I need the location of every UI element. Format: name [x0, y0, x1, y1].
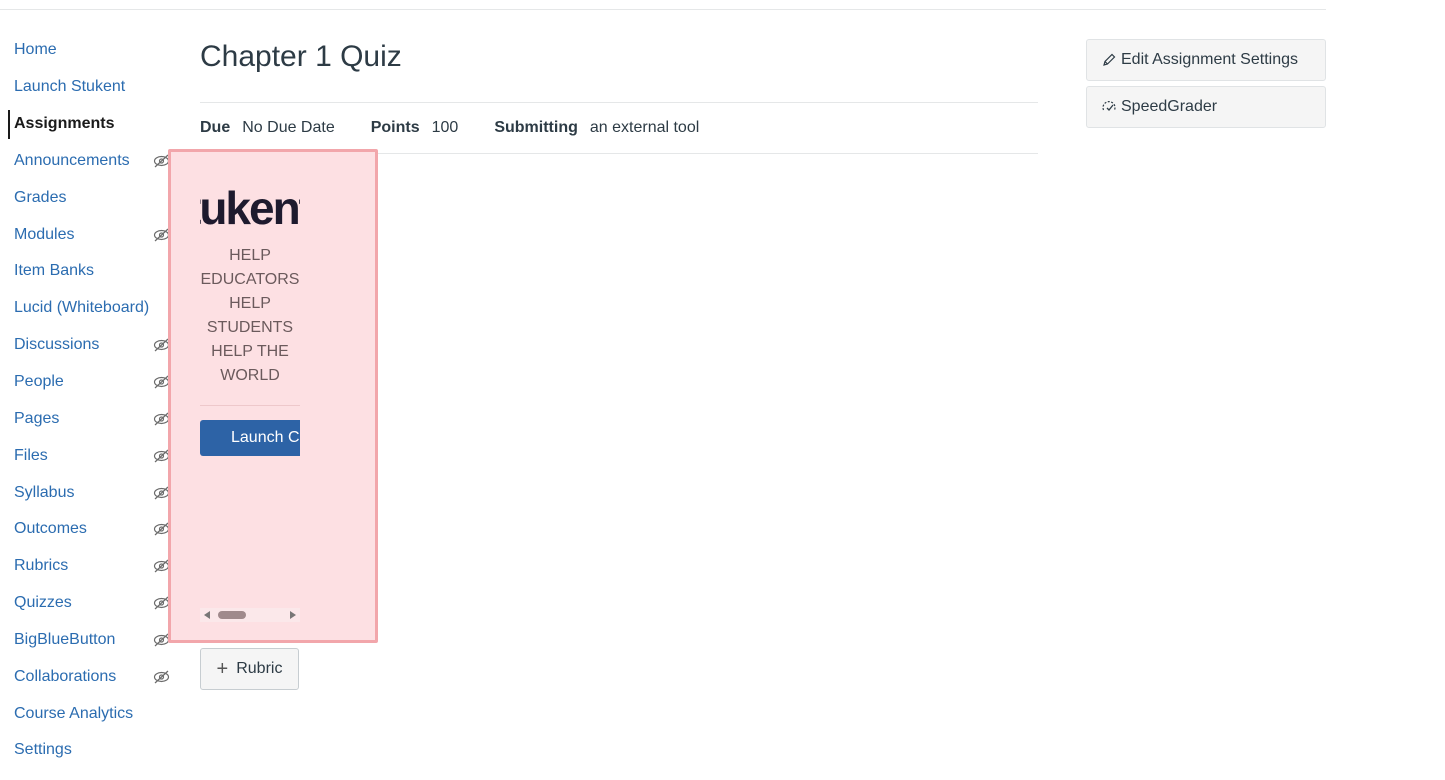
nav-item-item-banks[interactable]: Item Banks	[0, 253, 180, 290]
tool-content[interactable]: tukent HELP EDUCATORS HELP STUDENTS HELP…	[200, 152, 300, 640]
edit-settings-label: Edit Assignment Settings	[1121, 51, 1298, 68]
edit-assignment-settings-button[interactable]: Edit Assignment Settings	[1086, 39, 1326, 81]
scroll-thumb[interactable]	[218, 611, 246, 619]
speedgrader-button[interactable]: SpeedGrader	[1086, 86, 1326, 128]
submitting-label: Submitting	[494, 119, 578, 136]
nav-item-lucid-whiteboard[interactable]: Lucid (Whiteboard)	[0, 290, 180, 327]
tool-divider	[200, 405, 300, 406]
nav-item-pages[interactable]: Pages	[0, 400, 180, 437]
launch-button[interactable]: Launch C	[200, 420, 300, 456]
nav-item-label: Course Analytics	[14, 704, 134, 722]
nav-item-label: Outcomes	[14, 520, 87, 538]
nav-item-modules[interactable]: Modules	[0, 216, 180, 253]
speedgrader-icon	[1102, 101, 1116, 111]
nav-item-label: Quizzes	[14, 594, 72, 612]
nav-item-label: Grades	[14, 188, 67, 206]
nav-item-announcements[interactable]: Announcements	[0, 143, 180, 180]
nav-item-outcomes[interactable]: Outcomes	[0, 511, 180, 548]
visibility-off-icon	[153, 669, 170, 685]
nav-item-label: Settings	[14, 741, 72, 759]
speedgrader-label: SpeedGrader	[1121, 98, 1218, 115]
nav-item-syllabus[interactable]: Syllabus	[0, 474, 180, 511]
course-navigation: Home Launch Stukent Assignments Announcemen…	[0, 32, 180, 769]
nav-item-label: People	[14, 373, 64, 391]
nav-item-people[interactable]: People	[0, 364, 180, 401]
nav-item-collaborations[interactable]: Collaborations	[0, 658, 180, 695]
nav-item-files[interactable]: Files	[0, 437, 180, 474]
pencil-icon	[1103, 53, 1116, 66]
nav-item-label: Collaborations	[14, 667, 117, 685]
tool-tagline: HELP EDUCATORS HELP STUDENTS HELP THE WO…	[200, 247, 300, 384]
nav-item-label: Syllabus	[14, 483, 75, 501]
plus-icon: +	[216, 658, 229, 680]
nav-item-bigbluebutton[interactable]: BigBlueButton	[0, 622, 180, 659]
add-rubric-button[interactable]: + Rubric	[200, 648, 299, 690]
scroll-right-icon[interactable]	[290, 611, 296, 619]
nav-item-settings[interactable]: Settings	[0, 732, 180, 769]
scroll-left-icon[interactable]	[204, 611, 210, 619]
submitting-value: an external tool	[589, 119, 700, 136]
assignment-details: Due No Due Date Points 100 Submitting an…	[200, 102, 1038, 154]
nav-item-label: Item Banks	[14, 262, 95, 280]
horizontal-scrollbar[interactable]	[200, 608, 300, 622]
nav-item-discussions[interactable]: Discussions	[0, 327, 180, 364]
nav-item-label: BigBlueButton	[14, 630, 116, 648]
nav-item-label: Lucid (Whiteboard)	[14, 299, 150, 317]
points-value: 100	[431, 119, 459, 136]
nav-item-course-analytics[interactable]: Course Analytics	[0, 695, 180, 732]
due-label: Due	[200, 119, 231, 136]
external-tool-frame[interactable]: tukent HELP EDUCATORS HELP STUDENTS HELP…	[168, 149, 378, 643]
nav-item-label: Modules	[14, 225, 75, 243]
nav-item-grades[interactable]: Grades	[0, 179, 180, 216]
nav-item-label: Discussions	[14, 336, 100, 354]
nav-item-launch-stukent[interactable]: Launch Stukent	[0, 69, 180, 106]
nav-item-label: Pages	[14, 409, 60, 427]
nav-item-quizzes[interactable]: Quizzes	[0, 585, 180, 622]
nav-item-label: Rubrics	[14, 557, 69, 575]
nav-item-home[interactable]: Home	[0, 32, 180, 69]
nav-item-label: Home	[14, 41, 57, 59]
nav-item-label: Assignments	[14, 115, 115, 133]
top-divider	[0, 9, 1326, 10]
stukent-logo: tukent	[200, 182, 300, 234]
nav-item-assignments[interactable]: Assignments	[0, 106, 180, 143]
nav-item-label: Announcements	[14, 151, 130, 169]
nav-item-label: Launch Stukent	[14, 78, 126, 96]
page-title: Chapter 1 Quiz	[200, 40, 402, 73]
due-value: No Due Date	[242, 119, 335, 136]
rubric-label: Rubric	[236, 660, 283, 677]
points-label: Points	[370, 119, 420, 136]
nav-item-label: Files	[14, 446, 48, 464]
nav-item-rubrics[interactable]: Rubrics	[0, 548, 180, 585]
